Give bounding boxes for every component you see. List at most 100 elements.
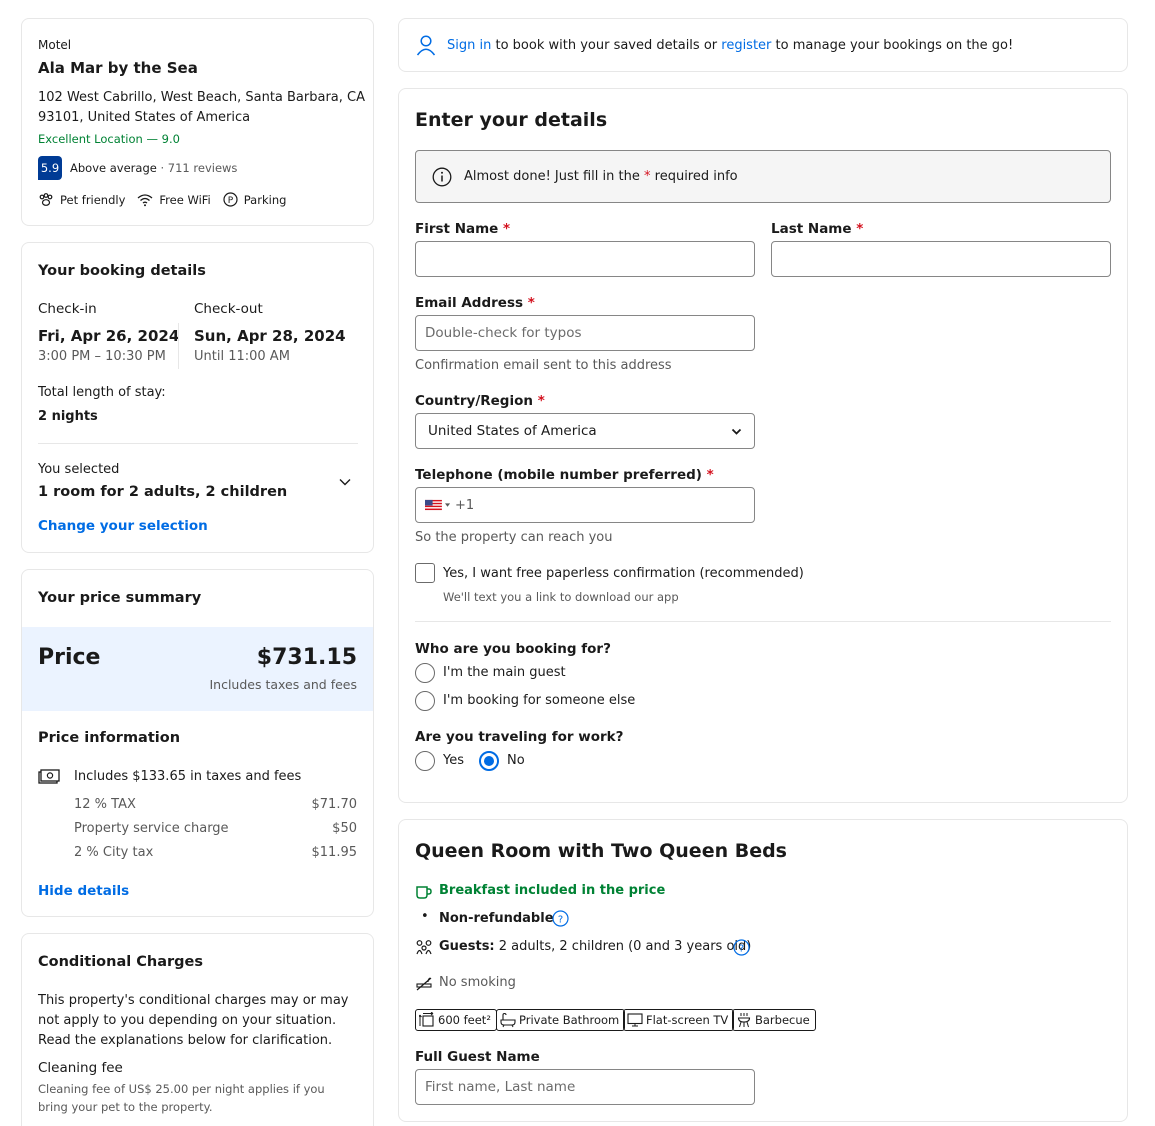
amenity-parking: Parking bbox=[243, 192, 287, 207]
booking-details-title: Your booking details bbox=[38, 263, 206, 279]
caret-down-icon[interactable] bbox=[444, 502, 450, 508]
price-summary-card: Your price summary Price $731.15 Include… bbox=[21, 569, 374, 917]
last-name-label: Last Name * bbox=[771, 221, 864, 237]
price-information-title: Price information bbox=[38, 730, 181, 746]
property-card: Motel Ala Mar by the Sea 102 West Cabril… bbox=[21, 18, 374, 226]
phone-help-text: So the property can reach you bbox=[415, 530, 613, 545]
booking-details-card: Your booking details Check-in Fri, Apr 2… bbox=[21, 242, 374, 553]
main-guest-radio[interactable] bbox=[415, 663, 435, 683]
first-name-input[interactable] bbox=[416, 242, 754, 276]
hide-details-link[interactable]: Hide details bbox=[38, 883, 129, 899]
facility-label: Private Bathroom bbox=[519, 1013, 620, 1027]
review-summary: Above average · 711 reviews bbox=[70, 161, 237, 175]
first-name-field[interactable] bbox=[415, 241, 755, 277]
stay-length-value: 2 nights bbox=[38, 409, 98, 424]
no-smoking-icon bbox=[416, 977, 432, 991]
work-yes-label[interactable]: Yes bbox=[443, 753, 464, 768]
guests-value: 2 adults, 2 children (0 and 3 years old) bbox=[498, 939, 752, 954]
info-icon bbox=[432, 167, 452, 187]
checkout-label: Check-out bbox=[194, 301, 263, 317]
svg-text:P: P bbox=[228, 196, 234, 206]
guests-icon bbox=[416, 940, 432, 955]
guests-label: Guests: bbox=[439, 939, 495, 954]
no-smoking-label: No smoking bbox=[439, 975, 516, 990]
review-score-label: Above average bbox=[70, 161, 157, 175]
chevron-down-icon[interactable] bbox=[338, 475, 352, 489]
taxes-included: Includes $133.65 in taxes and fees bbox=[74, 769, 302, 784]
room-size-icon bbox=[419, 1012, 434, 1027]
question-mark-icon[interactable]: ? bbox=[733, 939, 750, 956]
wifi-icon bbox=[137, 193, 153, 206]
work-yes-radio[interactable] bbox=[415, 751, 435, 771]
signin-banner: Sign in to book with your saved details … bbox=[398, 18, 1128, 72]
work-travel-title: Are you traveling for work? bbox=[415, 729, 624, 745]
phone-field[interactable]: +1 bbox=[415, 487, 755, 523]
paw-icon bbox=[39, 192, 53, 206]
required-info-notice: Almost done! Just fill in the * required… bbox=[415, 150, 1111, 203]
first-name-label: First Name * bbox=[415, 221, 511, 237]
price-line-value: $11.95 bbox=[311, 845, 358, 860]
price-total: $731.15 bbox=[256, 645, 357, 670]
checkout-date: Sun, Apr 28, 2024 bbox=[194, 327, 346, 345]
barbecue-icon bbox=[737, 1013, 751, 1028]
work-no-radio[interactable] bbox=[479, 751, 499, 771]
country-select[interactable]: United States of America bbox=[415, 413, 755, 449]
amenity-pet-friendly: Pet friendly bbox=[60, 192, 126, 207]
paperless-checkbox[interactable] bbox=[415, 563, 435, 583]
full-guest-name-input[interactable] bbox=[416, 1070, 754, 1104]
last-name-input[interactable] bbox=[772, 242, 1110, 276]
price-summary-title: Your price summary bbox=[38, 590, 202, 606]
email-input[interactable] bbox=[416, 316, 754, 350]
paperless-label[interactable]: Yes, I want free paperless confirmation … bbox=[443, 566, 804, 581]
review-score-badge: 5.9 bbox=[38, 156, 62, 180]
email-label: Email Address * bbox=[415, 295, 535, 311]
sign-in-link[interactable]: Sign in bbox=[447, 38, 491, 53]
chevron-down-icon bbox=[731, 428, 742, 435]
paperless-help: We'll text you a link to download our ap… bbox=[443, 590, 679, 604]
property-address-line2: 93101, United States of America bbox=[38, 110, 251, 125]
facility-room-size: 600 feet² bbox=[415, 1009, 497, 1031]
guests-info: Guests: 2 adults, 2 children (0 and 3 ye… bbox=[439, 939, 751, 954]
refund-policy: Non-refundable bbox=[439, 911, 554, 926]
signin-text: to book with your saved details or bbox=[495, 38, 718, 53]
email-field[interactable] bbox=[415, 315, 755, 351]
price-line-label: Property service charge bbox=[74, 821, 229, 836]
divider bbox=[38, 443, 358, 444]
svg-text:?: ? bbox=[739, 944, 744, 955]
svg-text:?: ? bbox=[558, 915, 563, 926]
last-name-field[interactable] bbox=[771, 241, 1111, 277]
checkout-time: Until 11:00 AM bbox=[194, 349, 290, 364]
someone-else-label[interactable]: I'm booking for someone else bbox=[443, 693, 635, 708]
conditional-charges-card: Conditional Charges This property's cond… bbox=[21, 933, 374, 1126]
booking-for-title: Who are you booking for? bbox=[415, 641, 611, 657]
change-selection-link[interactable]: Change your selection bbox=[38, 518, 208, 534]
user-icon bbox=[416, 35, 436, 56]
parking-icon: P bbox=[223, 192, 238, 207]
location-rating: Excellent Location — 9.0 bbox=[38, 132, 180, 146]
us-flag-icon[interactable] bbox=[425, 499, 442, 511]
property-address-line1: 102 West Cabrillo, West Beach, Santa Bar… bbox=[38, 90, 366, 105]
property-name: Ala Mar by the Sea bbox=[38, 59, 198, 77]
work-no-label[interactable]: No bbox=[507, 753, 525, 768]
main-guest-label[interactable]: I'm the main guest bbox=[443, 665, 566, 680]
amenity-list: Pet friendly Free WiFi P Parking bbox=[38, 192, 286, 207]
selected-label: You selected bbox=[38, 462, 120, 477]
someone-else-radio[interactable] bbox=[415, 691, 435, 711]
selected-rooms: 1 room for 2 adults, 2 children bbox=[38, 484, 288, 500]
full-guest-name-field[interactable] bbox=[415, 1069, 755, 1105]
conditional-charges-text: This property's conditional charges may … bbox=[38, 993, 349, 1048]
question-mark-icon[interactable]: ? bbox=[552, 910, 569, 927]
cleaning-fee-title: Cleaning fee bbox=[38, 1060, 123, 1076]
checkin-date: Fri, Apr 26, 2024 bbox=[38, 327, 180, 345]
register-link[interactable]: register bbox=[721, 38, 771, 53]
notice-text-end: required info bbox=[654, 169, 738, 184]
facility-flat-screen-tv: Flat-screen TV bbox=[623, 1009, 735, 1031]
phone-country-code: +1 bbox=[454, 497, 475, 513]
money-icon bbox=[38, 769, 60, 784]
country-label: Country/Region * bbox=[415, 393, 545, 409]
price-total-panel: Price $731.15 Includes taxes and fees bbox=[22, 627, 373, 711]
notice-text: Almost done! Just fill in the * required… bbox=[464, 169, 738, 184]
phone-input[interactable] bbox=[474, 488, 754, 522]
email-help-text: Confirmation email sent to this address bbox=[415, 358, 672, 373]
property-type: Motel bbox=[38, 38, 72, 52]
